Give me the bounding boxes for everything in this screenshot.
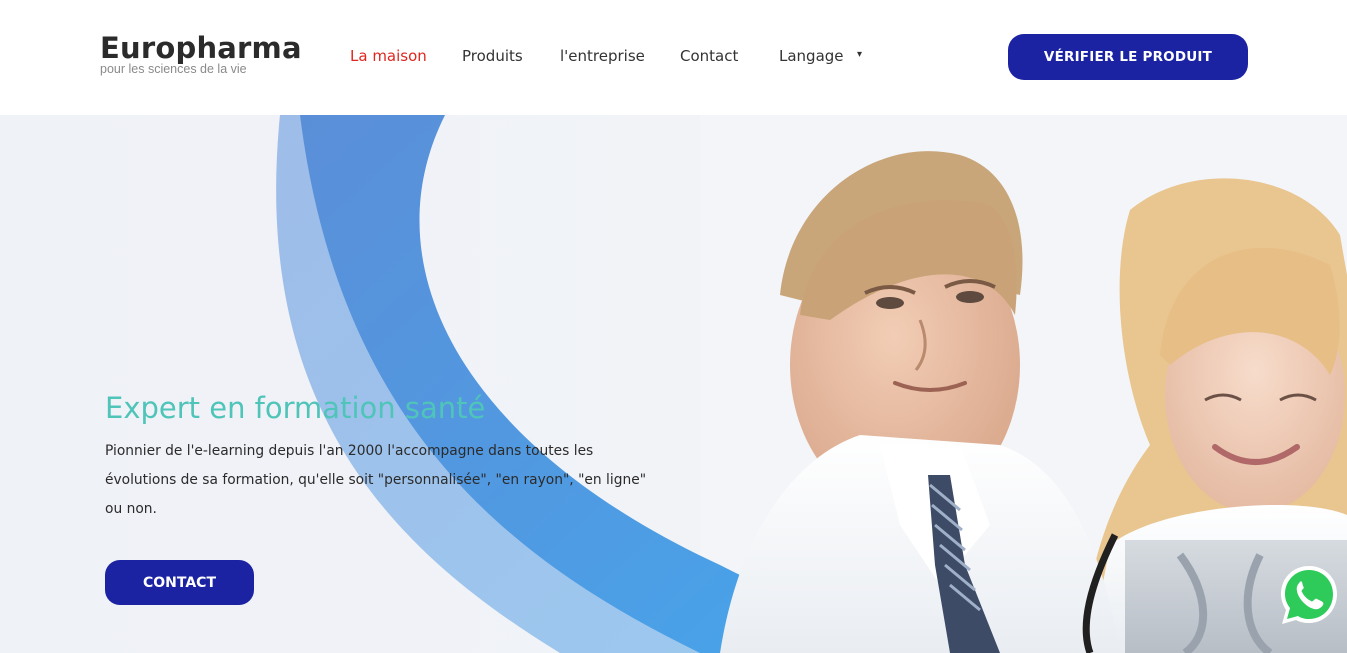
nav-item-language[interactable]: Langage	[779, 47, 844, 65]
nav-item-contact[interactable]: Contact	[680, 47, 738, 65]
site-header: Europharma pour les sciences de la vie L…	[0, 0, 1347, 115]
whatsapp-icon[interactable]	[1276, 562, 1342, 628]
chevron-down-icon[interactable]: ▾	[857, 49, 862, 60]
nav-item-products[interactable]: Produits	[462, 47, 523, 65]
nav-item-company[interactable]: l'entreprise	[560, 47, 645, 65]
verify-product-button[interactable]: VÉRIFIER LE PRODUIT	[1008, 34, 1248, 80]
hero-title: Expert en formation santé	[105, 391, 486, 425]
contact-button[interactable]: CONTACT	[105, 560, 254, 605]
hero-section: Expert en formation santé Pionnier de l'…	[0, 115, 1347, 653]
brand-name: Europharma	[100, 31, 302, 65]
nav-item-home[interactable]: La maison	[350, 47, 427, 65]
whatsapp-glyph	[1281, 566, 1337, 624]
brand-logo[interactable]: Europharma pour les sciences de la vie	[100, 30, 302, 76]
hero-description: Pionnier de l'e-learning depuis l'an 200…	[105, 443, 647, 517]
